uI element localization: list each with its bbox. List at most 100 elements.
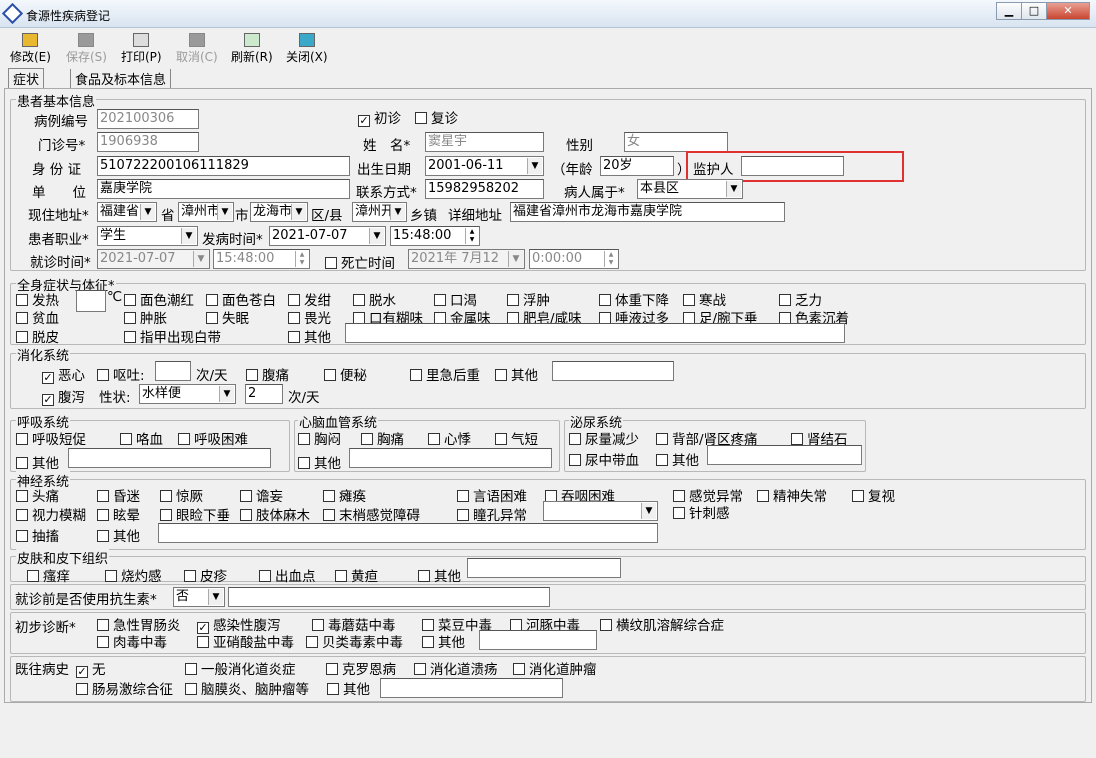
diagnosis-other-checkbox[interactable]: 其他 [422, 631, 465, 651]
general-other-checkbox[interactable]: 其他 [288, 326, 331, 346]
antibiotic-select[interactable]: 否 ▼ [173, 587, 225, 607]
unit-field[interactable]: 嘉庚学院 [97, 179, 350, 199]
breath-difficulty-checkbox[interactable]: 呼吸困难 [178, 428, 248, 448]
modify-button[interactable]: 修改(E) [10, 33, 51, 65]
minimize-button[interactable]: ▁ [996, 2, 1022, 20]
history-none-checkbox[interactable]: ✓ 无 [76, 658, 106, 678]
chevron-down-icon[interactable]: ▼ [193, 251, 208, 267]
fatigue-checkbox[interactable]: 乏力 [779, 289, 822, 309]
onset-time-field[interactable]: 15:48:00 ▲ ▼ [390, 226, 480, 246]
blur-vision-checkbox[interactable]: 视力模糊 [16, 504, 86, 524]
itch-checkbox[interactable]: 瘙痒 [27, 565, 70, 585]
headache-checkbox[interactable]: 头痛 [16, 485, 59, 505]
detail-address-field[interactable]: 福建省漳州市龙海市嘉庚学院 [510, 202, 785, 222]
rhabdo-checkbox[interactable]: 横纹肌溶解综合症 [600, 614, 724, 634]
save-button[interactable]: 保存(S) [66, 33, 107, 65]
chest-tight-checkbox[interactable]: 胸闷 [298, 428, 341, 448]
first-visit-checkbox[interactable]: ✓ 初诊 [358, 107, 401, 127]
chevron-down-icon[interactable]: ▼ [641, 503, 656, 519]
urinary-other-checkbox[interactable]: 其他 [656, 449, 699, 469]
death-checkbox[interactable]: 死亡时间 [325, 252, 395, 272]
maximize-button[interactable]: □ [1021, 2, 1047, 20]
diagnosis-other-field[interactable] [479, 630, 597, 650]
province-select[interactable]: 福建省 ▼ [97, 202, 157, 222]
death-date-picker[interactable]: 2021年 7月12 ▼ [408, 249, 525, 269]
ptosis-checkbox[interactable]: 眼睑下垂 [160, 504, 230, 524]
digestive-other-checkbox[interactable]: 其他 [495, 364, 538, 384]
clinic-no-field[interactable]: 1906938 [97, 132, 199, 152]
anemia-checkbox[interactable]: 贫血 [16, 307, 59, 327]
respiratory-other-checkbox[interactable]: 其他 [16, 452, 59, 472]
inflammation-checkbox[interactable]: 一般消化道炎症 [185, 658, 296, 678]
chevron-down-icon[interactable]: ▼ [208, 589, 223, 605]
photophobia-checkbox[interactable]: 畏光 [288, 307, 331, 327]
nitrite-checkbox[interactable]: 亚硝酸盐中毒 [197, 631, 294, 651]
flush-checkbox[interactable]: 面色潮红 [124, 289, 194, 309]
shellfish-checkbox[interactable]: 贝类毒素中毒 [306, 631, 403, 651]
chevron-down-icon[interactable]: ▼ [217, 204, 232, 220]
print-button[interactable]: 打印(P) [121, 33, 162, 65]
brain-disease-checkbox[interactable]: 脑膜炎、脑肿瘤等 [185, 678, 309, 698]
neuro-other-field[interactable] [158, 523, 658, 543]
botulism-checkbox[interactable]: 肉毒中毒 [97, 631, 167, 651]
cardio-other-checkbox[interactable]: 其他 [298, 452, 341, 472]
dehydration-checkbox[interactable]: 脱水 [353, 289, 396, 309]
needle-checkbox[interactable]: 针刺感 [673, 502, 730, 522]
twitch-checkbox[interactable]: 抽搐 [16, 525, 59, 545]
dizzy-checkbox[interactable]: 眩晕 [97, 504, 140, 524]
edema-checkbox[interactable]: 浮肿 [507, 289, 550, 309]
palpitation-checkbox[interactable]: 心悸 [428, 428, 471, 448]
coma-checkbox[interactable]: 昏迷 [97, 485, 140, 505]
peeling-checkbox[interactable]: 脱皮 [16, 326, 59, 346]
diarrhea-checkbox[interactable]: ✓ 腹泻 [42, 386, 85, 406]
crohn-checkbox[interactable]: 克罗恩病 [326, 658, 396, 678]
hematuria-checkbox[interactable]: 尿中带血 [569, 449, 639, 469]
nausea-checkbox[interactable]: ✓ 恶心 [42, 364, 85, 384]
tab-food-samples[interactable]: 食品及标本信息 [70, 69, 172, 88]
chevron-down-icon[interactable]: ▼ [181, 228, 196, 244]
constipation-checkbox[interactable]: 便秘 [324, 364, 367, 384]
double-vision-checkbox[interactable]: 复视 [852, 485, 895, 505]
jaundice-checkbox[interactable]: 黄疸 [335, 565, 378, 585]
close-button[interactable]: 关闭(X) [286, 33, 328, 65]
temperature-field[interactable] [76, 290, 106, 312]
visit-time-field[interactable]: 15:48:00 ▲ ▼ [213, 249, 310, 269]
job-select[interactable]: 学生 ▼ [97, 226, 198, 246]
city-select[interactable]: 漳州市 ▼ [178, 202, 234, 222]
paralysis-checkbox[interactable]: 瘫痪 [323, 485, 366, 505]
spin-icon[interactable]: ▲ ▼ [604, 251, 617, 267]
close-window-button[interactable]: ✕ [1046, 2, 1090, 20]
speech-difficulty-checkbox[interactable]: 言语困难 [457, 485, 527, 505]
peripheral-checkbox[interactable]: 末梢感觉障碍 [323, 504, 420, 524]
shortness-checkbox[interactable]: 气短 [495, 428, 538, 448]
antibiotic-detail-field[interactable] [228, 587, 550, 607]
age-field[interactable]: 20岁 [600, 156, 674, 176]
limb-numb-checkbox[interactable]: 肢体麻木 [240, 504, 310, 524]
bellyache-checkbox[interactable]: 腹痛 [246, 364, 289, 384]
pupil-select[interactable]: ▼ [543, 501, 658, 521]
chills-checkbox[interactable]: 寒战 [683, 289, 726, 309]
rash-checkbox[interactable]: 皮疹 [184, 565, 227, 585]
birth-date-picker[interactable]: 2001-06-11 ▼ [425, 156, 544, 176]
skin-other-checkbox[interactable]: 其他 [418, 565, 461, 585]
chevron-down-icon[interactable]: ▼ [291, 204, 306, 220]
town-select[interactable]: 漳州开 ▼ [352, 202, 407, 222]
spin-icon[interactable]: ▲ ▼ [295, 251, 308, 267]
diarrhea-times-field[interactable]: 2 [245, 384, 283, 404]
refresh-button[interactable]: 刷新(R) [231, 33, 273, 65]
onset-date-picker[interactable]: 2021-07-07 ▼ [269, 226, 386, 246]
urinary-other-field[interactable] [707, 445, 862, 465]
swelling-checkbox[interactable]: 肿胀 [124, 307, 167, 327]
ulcer-checkbox[interactable]: 消化道溃疡 [414, 658, 498, 678]
cyanosis-checkbox[interactable]: 发绀 [288, 289, 331, 309]
cardio-other-field[interactable] [349, 448, 552, 468]
stool-nature-select[interactable]: 水样便 ▼ [139, 384, 236, 404]
cancel-button[interactable]: 取消(C) [176, 33, 218, 65]
ibs-checkbox[interactable]: 肠易激综合征 [76, 678, 173, 698]
respiratory-other-field[interactable] [68, 448, 271, 468]
thirst-checkbox[interactable]: 口渴 [434, 289, 477, 309]
less-urine-checkbox[interactable]: 尿量减少 [569, 428, 639, 448]
vomit-times-field[interactable] [155, 361, 191, 381]
case-no-field[interactable]: 202100306 [97, 109, 199, 129]
pale-checkbox[interactable]: 面色苍白 [206, 289, 276, 309]
